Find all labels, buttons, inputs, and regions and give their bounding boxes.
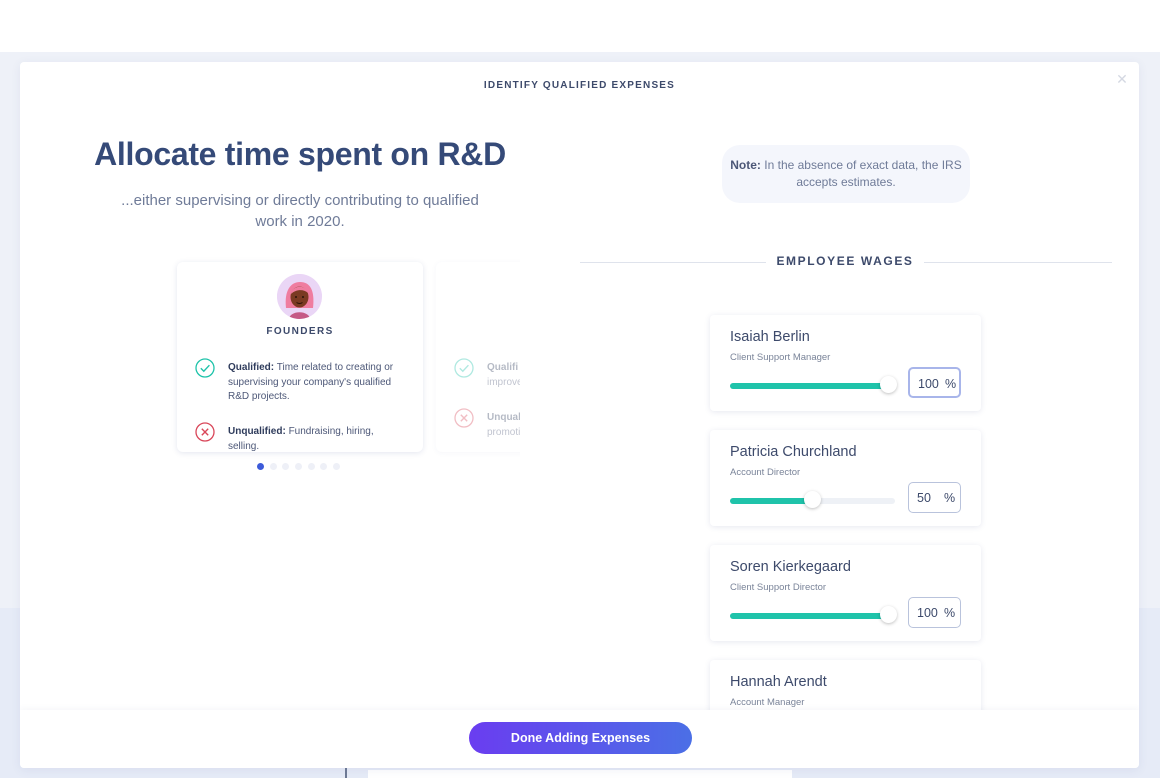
page-title: Allocate time spent on R&D (94, 136, 506, 172)
carousel-dot[interactable] (307, 463, 315, 470)
unqualified-description: Unqual promoti (487, 411, 520, 440)
slider-handle[interactable] (804, 491, 821, 508)
estimate-note: Note: In the absence of exact data, the … (722, 145, 970, 203)
expenses-modal: ✕ IDENTIFY QUALIFIED EXPENSES Allocate t… (20, 62, 1139, 768)
carousel-dot[interactable] (257, 463, 264, 470)
background-panel (368, 770, 792, 778)
percent-value: 100 (918, 377, 939, 391)
section-divider-right (924, 262, 1112, 263)
employee-name: Patricia Churchland (730, 444, 857, 460)
note-label: Note: (730, 158, 761, 172)
employee-card: Isaiah Berlin Client Support Manager 100… (710, 315, 981, 411)
carousel-card-next[interactable]: Qualifi improve Unqual promoti (436, 262, 520, 452)
section-title: EMPLOYEE WAGES (776, 254, 914, 268)
qualified-label: Qualifi (487, 362, 519, 373)
x-circle-icon (195, 422, 215, 442)
percent-value: 50 (917, 491, 931, 505)
qualified-text: improve (487, 376, 520, 388)
note-text: In the absence of exact data, the IRS ac… (764, 158, 962, 189)
done-adding-expenses-button[interactable]: Done Adding Expenses (469, 722, 692, 754)
percent-value: 100 (917, 606, 938, 620)
percent-unit: % (945, 377, 957, 391)
unqualified-label: Unqualified: (228, 426, 286, 437)
background-divider (345, 768, 347, 778)
check-circle-icon (195, 358, 215, 378)
employee-role: Account Manager (730, 697, 805, 708)
percent-unit: % (944, 606, 956, 620)
percent-input[interactable]: 100% (908, 367, 961, 398)
founder-avatar-icon (277, 274, 322, 319)
unqualified-text: promoti (487, 426, 520, 438)
x-circle-icon (454, 408, 474, 428)
slider-handle[interactable] (879, 376, 897, 393)
slider-fill (730, 613, 895, 619)
slider-fill (730, 498, 813, 504)
qualified-description: Qualifi improve (487, 361, 520, 390)
unqualified-description: Unqualified: Fundraising, hiring, sellin… (228, 425, 403, 454)
carousel-dot[interactable] (269, 463, 277, 470)
carousel-dot[interactable] (320, 463, 328, 470)
employee-role: Client Support Director (730, 582, 827, 593)
section-divider-left (580, 262, 766, 263)
carousel-pagination (257, 463, 346, 471)
employee-name: Hannah Arendt (730, 674, 827, 690)
employee-role: Client Support Manager (730, 352, 831, 363)
modal-eyebrow: IDENTIFY QUALIFIED EXPENSES (483, 80, 676, 91)
allocation-slider[interactable] (730, 613, 895, 619)
carousel-dot[interactable] (333, 463, 341, 470)
slider-handle[interactable] (879, 606, 897, 623)
percent-input[interactable]: 50% (908, 482, 961, 513)
qualified-label: Qualified: (228, 362, 275, 373)
qualified-description: Qualified: Time related to creating or s… (228, 361, 403, 405)
percent-input[interactable]: 100% (908, 597, 961, 628)
slider-fill (730, 383, 895, 389)
employee-card: Soren Kierkegaard Client Support Directo… (710, 545, 981, 641)
role-carousel[interactable]: FOUNDERS Qualified: Time related to crea… (170, 252, 520, 462)
page-header-background (0, 0, 1160, 52)
unqualified-label: Unqual (487, 412, 520, 423)
card-title: FOUNDERS (266, 326, 334, 337)
carousel-dot[interactable] (295, 463, 303, 470)
modal-footer: Done Adding Expenses (20, 710, 1139, 768)
carousel-card-founders: FOUNDERS Qualified: Time related to crea… (177, 262, 423, 452)
page-subtitle: ...either supervising or directly contri… (121, 192, 479, 230)
employee-role: Account Director (730, 467, 801, 478)
employee-name: Isaiah Berlin (730, 329, 810, 345)
percent-unit: % (944, 491, 956, 505)
carousel-dot[interactable] (282, 463, 290, 470)
employee-card: Patricia Churchland Account Director 50% (710, 430, 981, 526)
allocation-slider[interactable] (730, 383, 895, 389)
employee-name: Soren Kierkegaard (730, 559, 851, 575)
check-circle-icon (454, 358, 474, 378)
